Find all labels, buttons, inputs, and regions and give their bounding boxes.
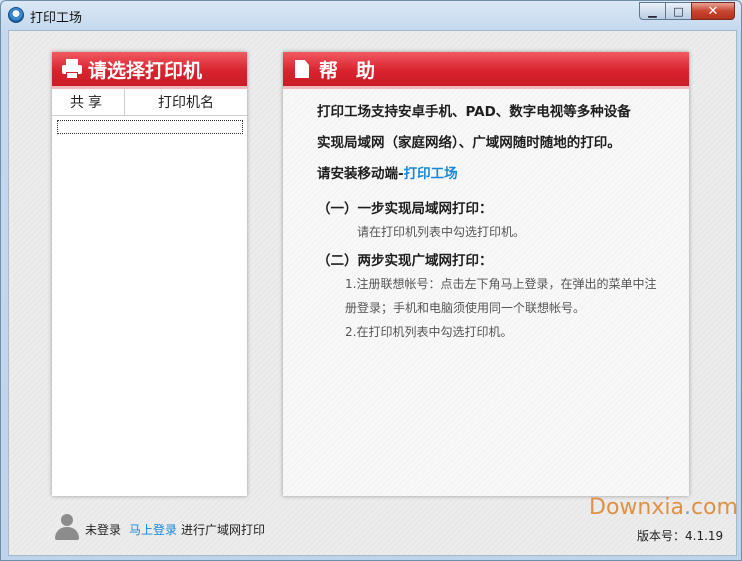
list-focus-row[interactable] — [57, 120, 243, 134]
printer-panel: 请选择打印机 共享 打印机名 — [52, 52, 247, 496]
login-now-link[interactable]: 马上登录 — [129, 523, 177, 537]
install-prefix: 请安装移动端- — [317, 166, 404, 182]
step-one-desc: 请在打印机列表中勾选打印机。 — [357, 225, 526, 239]
app-window: 打印工场 ▁ □ ✕ 请选择打印机 共享 打印机名 帮助 打印工场支持安卓手机、… — [0, 0, 742, 561]
help-panel-header: 帮助 — [283, 52, 689, 89]
step-two-desc-3: 2.在打印机列表中勾选打印机。 — [345, 325, 513, 339]
login-status: 未登录 马上登录 进行广域网打印 — [85, 521, 265, 538]
column-header-share[interactable]: 共享 — [52, 89, 125, 115]
step-one-title: （一）一步实现局域网打印： — [317, 201, 493, 217]
title-bar[interactable]: 打印工场 ▁ □ ✕ — [1, 1, 741, 29]
help-content: 打印工场支持安卓手机、PAD、数字电视等多种设备 实现局域网（家庭网络）、广域网… — [283, 89, 689, 344]
app-logo-icon — [8, 7, 24, 23]
watermark-text-main: Downxia — [589, 495, 684, 520]
close-button[interactable]: ✕ — [691, 2, 735, 20]
step-two-desc-1: 1.注册联想帐号：点击左下角马上登录，在弹出的菜单中注 — [345, 277, 657, 291]
version-label: 版本号：4.1.19 — [637, 529, 724, 543]
printer-panel-title: 请选择打印机 — [88, 59, 203, 82]
window-title: 打印工场 — [30, 11, 83, 26]
help-intro-line-1: 打印工场支持安卓手机、PAD、数字电视等多种设备 — [317, 104, 631, 120]
step-two-desc-2: 册登录；手机和电脑须使用同一个联想帐号。 — [345, 301, 586, 315]
help-install-line: 请安装移动端-打印工场 — [317, 159, 689, 190]
client-area: 请选择打印机 共享 打印机名 帮助 打印工场支持安卓手机、PAD、数字电视等多种… — [8, 30, 737, 556]
login-status-text: 未登录 — [85, 523, 122, 537]
column-header-printer-name[interactable]: 打印机名 — [125, 89, 247, 115]
minimize-button[interactable]: ▁ — [639, 2, 665, 20]
user-avatar-icon — [55, 514, 79, 540]
printer-list[interactable] — [52, 116, 247, 494]
help-panel-title: 帮助 — [319, 59, 394, 82]
help-intro-line-2: 实现局域网（家庭网络）、广域网随时随地的打印。 — [317, 135, 621, 151]
printer-icon — [62, 59, 82, 79]
login-hint-text: 进行广域网打印 — [181, 523, 266, 537]
help-panel: 帮助 打印工场支持安卓手机、PAD、数字电视等多种设备 实现局域网（家庭网络）、… — [283, 52, 689, 496]
printer-list-header: 共享 打印机名 — [52, 89, 247, 116]
watermark-text-dot: . — [683, 495, 691, 520]
watermark-text-tld: com — [690, 495, 738, 520]
window-controls: ▁ □ ✕ — [639, 2, 735, 20]
watermark-logo: Downxia.com — [589, 495, 738, 520]
maximize-button[interactable]: □ — [665, 2, 691, 20]
printer-panel-header: 请选择打印机 — [52, 52, 247, 89]
step-two-title: （二）两步实现广域网打印： — [317, 253, 493, 269]
document-icon — [295, 60, 309, 78]
install-app-link[interactable]: 打印工场 — [404, 166, 458, 182]
